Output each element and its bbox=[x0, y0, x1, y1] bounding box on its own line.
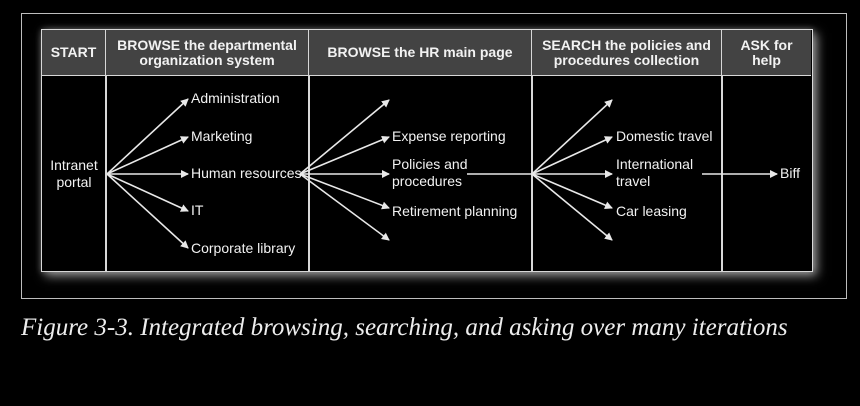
arrow-to-it bbox=[106, 173, 189, 212]
node-expense-reporting: Expense reporting bbox=[392, 128, 506, 144]
arrow-to-administration bbox=[106, 98, 189, 175]
arrow-to-corporate-library bbox=[106, 173, 189, 249]
arrow-to-domestic-travel bbox=[531, 136, 613, 175]
arrow-hr-up bbox=[299, 99, 390, 175]
node-retirement-planning: Retirement planning bbox=[392, 203, 518, 219]
arrow-to-retirement-planning bbox=[299, 173, 390, 210]
arrow-policies-up bbox=[531, 99, 613, 175]
flow-diagram: START BROWSE the departmental organizati… bbox=[41, 29, 813, 272]
flow-arrows bbox=[106, 98, 778, 249]
figure-caption: Figure 3-3. Integrated browsing, searchi… bbox=[21, 314, 788, 341]
node-car-leasing: Car leasing bbox=[616, 203, 687, 219]
node-human-resources: Human resources bbox=[191, 165, 302, 181]
node-international-travel: International travel bbox=[616, 156, 694, 189]
arrow-to-marketing bbox=[106, 136, 189, 175]
node-marketing: Marketing bbox=[191, 128, 253, 144]
arrow-to-car-leasing bbox=[531, 173, 613, 209]
node-policies-procedures: Policies and procedures bbox=[392, 156, 468, 189]
node-biff: Biff bbox=[780, 165, 800, 181]
arrow-to-expense-reporting bbox=[299, 135, 390, 175]
node-it: IT bbox=[191, 202, 204, 218]
arrow-hr-down bbox=[299, 173, 390, 241]
node-administration: Administration bbox=[191, 90, 280, 106]
node-domestic-travel: Domestic travel bbox=[616, 128, 713, 144]
arrow-policies-down bbox=[531, 173, 613, 241]
node-corporate-library: Corporate library bbox=[191, 240, 296, 256]
node-intranet-portal: Intranet portal bbox=[50, 157, 98, 190]
